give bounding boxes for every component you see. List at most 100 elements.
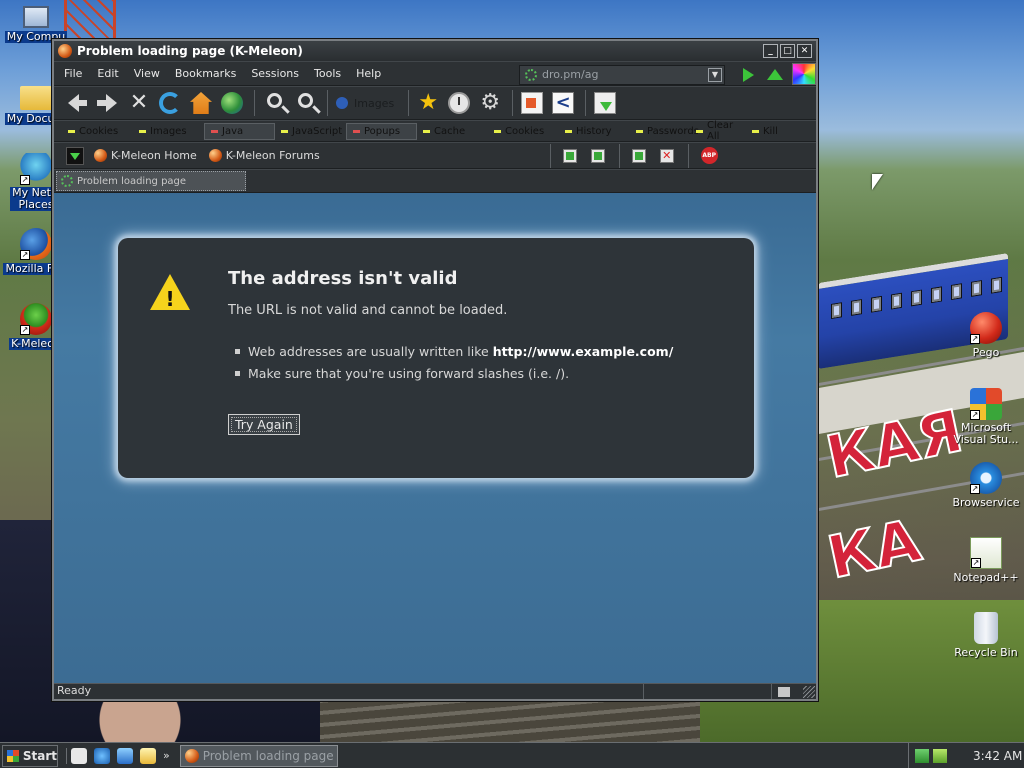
- toggle-indicator: [139, 129, 146, 133]
- explorer-icon[interactable]: [140, 747, 156, 764]
- forward-button[interactable]: [97, 92, 119, 114]
- links-toolbar: K-Meleon Home K-Meleon Forums ✕ ABP: [54, 142, 816, 169]
- clear-history[interactable]: History: [559, 123, 630, 140]
- go-icon[interactable]: [743, 68, 754, 82]
- view-source-icon[interactable]: <: [552, 92, 575, 114]
- resize-grip[interactable]: [803, 686, 815, 698]
- up-icon[interactable]: [767, 69, 783, 80]
- recycle-bin-icon: [974, 612, 998, 644]
- link-kmeleon-home[interactable]: K-Meleon Home: [94, 149, 197, 162]
- toggle-indicator: [565, 129, 572, 133]
- link-label: K-Meleon Home: [111, 149, 197, 162]
- maximize-button[interactable]: □: [780, 44, 795, 58]
- kmeleon-icon: [58, 44, 72, 58]
- globe-icon[interactable]: [221, 92, 243, 114]
- reload-icon[interactable]: [159, 92, 181, 114]
- download-manager-icon[interactable]: [594, 92, 617, 114]
- toolbar-separator: [585, 90, 587, 116]
- shortcut-arrow-icon: ↗: [20, 175, 30, 185]
- close-tab-icon[interactable]: ✕: [659, 148, 674, 163]
- taskbar-item-kmeleon[interactable]: Problem loading page ...: [179, 744, 338, 767]
- menu-help[interactable]: Help: [356, 67, 381, 80]
- toggle-indicator: [353, 129, 360, 133]
- toolbar-separator: [327, 90, 328, 116]
- menu-bookmarks[interactable]: Bookmarks: [175, 67, 236, 80]
- notepad-tray-icon[interactable]: [933, 748, 947, 763]
- clear-cache[interactable]: Cache: [417, 123, 488, 140]
- menu-sessions[interactable]: Sessions: [251, 67, 299, 80]
- desktop-icon-label: Recycle Bin: [954, 646, 1018, 659]
- toggle-images[interactable]: Images: [133, 123, 204, 140]
- desktop-icon-recycle-bin[interactable]: Recycle Bin: [946, 612, 1024, 659]
- show-desktop-icon[interactable]: [71, 747, 87, 764]
- desktop-icon-label: Microsoft Visual Stu...: [953, 421, 1019, 446]
- toggle-label: Popups: [364, 125, 401, 137]
- kmeleon-icon: ↗: [20, 303, 52, 335]
- page-info-icon[interactable]: [521, 92, 544, 114]
- settings-gear-icon[interactable]: ⚙: [479, 92, 501, 114]
- toggle-label: Clear All: [707, 120, 734, 142]
- toggle-popups[interactable]: Popups: [346, 122, 417, 140]
- toggle-javascript[interactable]: JavaScript: [275, 123, 346, 140]
- toggle-cookies[interactable]: Cookies: [62, 123, 133, 140]
- open-tab-icon[interactable]: [562, 148, 577, 163]
- toggle-label: Images: [150, 125, 187, 137]
- desktop-icon-pego[interactable]: ↗ Pego: [946, 312, 1024, 359]
- try-again-button[interactable]: Try Again: [228, 414, 300, 435]
- media-player-icon[interactable]: [117, 747, 133, 764]
- desktop-icon-visual-studio[interactable]: ↗ Microsoft Visual Stu...: [946, 388, 1024, 446]
- rails: [320, 700, 700, 742]
- kill-flash[interactable]: Kill Fla: [746, 123, 782, 140]
- ie-icon: ↗: [970, 462, 1002, 494]
- save-tab-icon[interactable]: [590, 148, 605, 163]
- url-dropdown-icon[interactable]: ▼: [708, 68, 722, 82]
- zoom-out-button[interactable]: [294, 92, 316, 114]
- menu-edit[interactable]: Edit: [97, 67, 118, 80]
- clear-all[interactable]: Clear All: [690, 120, 746, 142]
- clear-passwords[interactable]: Passwords: [630, 123, 699, 140]
- minimize-button[interactable]: _: [763, 44, 778, 58]
- quick-launch-overflow-icon[interactable]: »: [163, 749, 170, 762]
- back-button[interactable]: [66, 92, 88, 114]
- menu-view[interactable]: View: [134, 67, 160, 80]
- desktop-icon-notepadpp[interactable]: ↗ Notepad++: [946, 537, 1024, 584]
- desktop-icon-my-computer[interactable]: My Compu: [0, 2, 76, 43]
- throbber-icon: [792, 63, 816, 85]
- page-content: ! The address isn't valid The URL is not…: [54, 193, 816, 683]
- desktop-icon-label: Browservice: [952, 496, 1020, 509]
- firefox-icon: ↗: [20, 228, 52, 260]
- stop-icon[interactable]: ✕: [128, 92, 150, 114]
- tab-problem-loading[interactable]: Problem loading page: [56, 171, 246, 191]
- toggle-indicator: [494, 129, 501, 133]
- menu-tools[interactable]: Tools: [314, 67, 341, 80]
- menu-file[interactable]: File: [64, 67, 82, 80]
- adblock-icon[interactable]: ABP: [700, 147, 718, 164]
- images-button[interactable]: Images: [336, 97, 394, 110]
- toolbar-separator: [254, 90, 255, 116]
- history-clock-icon[interactable]: [448, 92, 471, 114]
- bookmarks-star-icon[interactable]: ★: [417, 92, 439, 114]
- notepadpp-icon: ↗: [970, 537, 1002, 569]
- home-icon[interactable]: [190, 92, 212, 114]
- desktop-icon-browservice[interactable]: ↗ Browservice: [946, 462, 1024, 509]
- zoom-in-button[interactable]: [263, 92, 285, 114]
- kmeleon-icon: [184, 748, 199, 763]
- shortcut-arrow-icon: ↗: [970, 334, 980, 344]
- title-bar[interactable]: Problem loading page (K-Meleon) _ □ ✕: [54, 41, 816, 61]
- link-kmeleon-forums[interactable]: K-Meleon Forums: [208, 149, 320, 162]
- url-bar[interactable]: dro.pm/ag ▼: [519, 65, 725, 85]
- clear-cookies[interactable]: Cookies: [488, 123, 559, 140]
- ie-icon[interactable]: [94, 747, 110, 764]
- new-window-icon[interactable]: [631, 148, 646, 163]
- shortcut-arrow-icon: ↗: [971, 558, 981, 568]
- download-icon[interactable]: [66, 146, 84, 165]
- network-tray-icon[interactable]: [915, 748, 929, 763]
- shortcut-arrow-icon: ↗: [970, 484, 980, 494]
- status-bar: Ready: [54, 683, 816, 699]
- clock[interactable]: 3:42 AM: [973, 749, 1022, 763]
- start-button[interactable]: Start: [2, 744, 58, 767]
- toggle-indicator: [281, 129, 288, 133]
- toggle-java[interactable]: Java: [204, 122, 275, 140]
- close-button[interactable]: ✕: [797, 44, 812, 58]
- toolbar-separator: [618, 143, 620, 168]
